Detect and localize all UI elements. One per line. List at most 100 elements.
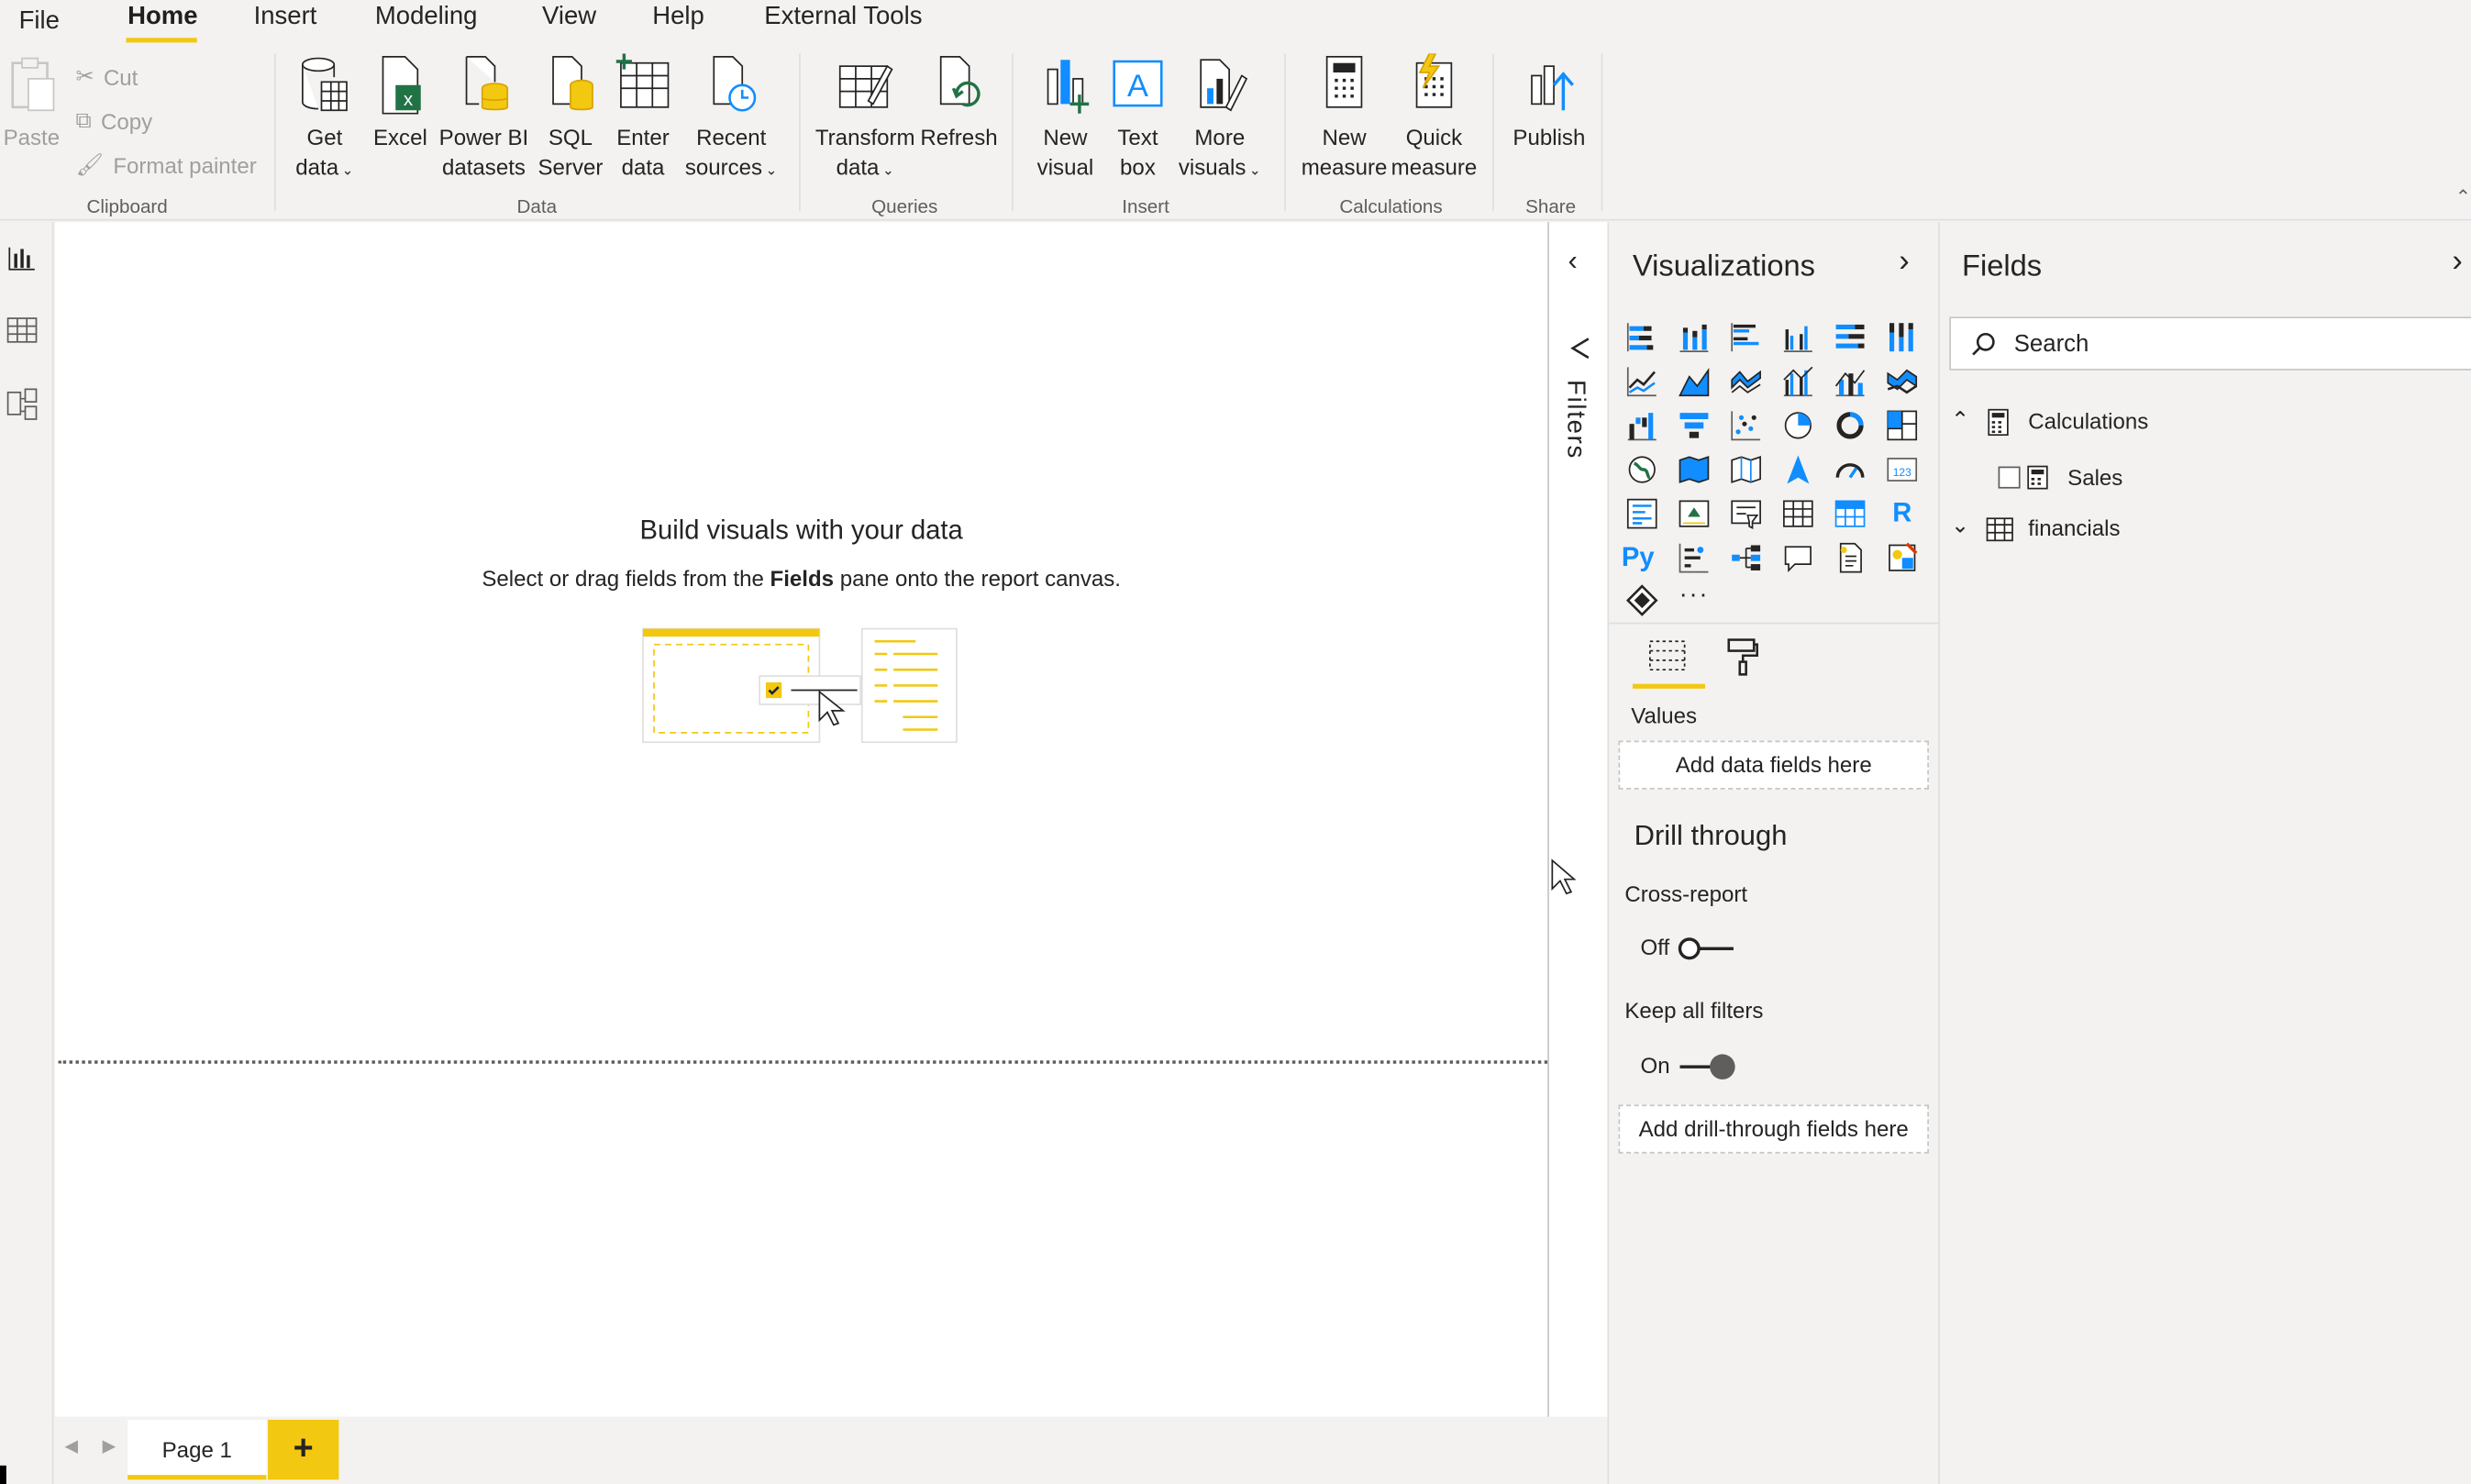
- text-box-button[interactable]: A Text box: [1106, 53, 1169, 183]
- more-visuals-button[interactable]: More visuals ⌄: [1176, 53, 1264, 185]
- more-options-icon[interactable]: ···: [1677, 581, 1712, 616]
- stacked-area-chart-icon[interactable]: [1729, 364, 1764, 399]
- line-clustered-column-icon[interactable]: [1780, 364, 1815, 399]
- filter-icon: [1570, 338, 1590, 360]
- clustered-bar-chart-icon[interactable]: [1729, 320, 1764, 355]
- filters-pane-collapsed[interactable]: ‹ Filters: [1547, 222, 1608, 1417]
- table-row-financials[interactable]: ⌄ financials: [1951, 512, 2455, 549]
- transform-data-button[interactable]: Transform data ⌄: [814, 53, 917, 185]
- chevron-left-icon[interactable]: ‹: [1568, 244, 1578, 277]
- 100-stacked-column-chart-icon[interactable]: [1885, 320, 1920, 355]
- pie-chart-icon[interactable]: [1780, 408, 1815, 443]
- tab-help[interactable]: Help: [652, 3, 704, 31]
- filled-map-icon[interactable]: [1677, 452, 1712, 487]
- scatter-chart-icon[interactable]: [1729, 408, 1764, 443]
- table-visual-icon[interactable]: [1780, 496, 1815, 531]
- slicer-icon[interactable]: [1729, 496, 1764, 531]
- toggle-knob: [1678, 937, 1701, 960]
- add-page-button[interactable]: +: [268, 1420, 339, 1480]
- chevron-up-icon[interactable]: ⌃: [1951, 406, 1969, 433]
- more-visuals-label-2: visuals: [1178, 154, 1247, 180]
- funnel-chart-icon[interactable]: [1677, 408, 1712, 443]
- get-data-button[interactable]: Get data ⌄: [290, 53, 360, 185]
- field-row-sales[interactable]: Sales: [1998, 461, 2455, 499]
- smart-narrative-icon[interactable]: [1833, 540, 1867, 575]
- chevron-down-icon[interactable]: ⌄: [1951, 512, 1969, 538]
- recent-sources-button[interactable]: Recent sources ⌄: [684, 53, 779, 185]
- key-influencers-icon[interactable]: [1677, 540, 1712, 575]
- new-visual-button[interactable]: New visual: [1031, 53, 1101, 183]
- line-chart-icon[interactable]: [1624, 364, 1659, 399]
- chevron-left-icon[interactable]: ◀: [64, 1435, 78, 1456]
- report-view-icon[interactable]: [5, 241, 39, 283]
- copy-button[interactable]: ⧉ Copy: [75, 107, 152, 134]
- keep-all-filters-toggle[interactable]: On: [1641, 1049, 1783, 1084]
- fields-tab-icon[interactable]: [1646, 638, 1688, 676]
- active-tab-indicator: [1632, 683, 1705, 689]
- matrix-icon[interactable]: [1833, 496, 1867, 531]
- publish-button[interactable]: Publish: [1507, 53, 1592, 152]
- power-apps-icon[interactable]: [1624, 583, 1659, 618]
- kpi-icon[interactable]: [1677, 496, 1712, 531]
- report-canvas[interactable]: Build visuals with your data Select or d…: [55, 222, 1548, 1417]
- svg-text:A: A: [1127, 69, 1148, 104]
- r-script-visual-icon[interactable]: R: [1885, 496, 1920, 531]
- sql-server-button[interactable]: SQL Server: [536, 53, 605, 183]
- stacked-bar-chart-icon[interactable]: [1624, 320, 1659, 355]
- field-name: Sales: [2067, 464, 2123, 491]
- enter-data-button[interactable]: Enter data: [612, 53, 675, 183]
- page-tab[interactable]: Page 1: [127, 1420, 267, 1480]
- paste-button[interactable]: Paste: [3, 53, 60, 152]
- queries-group-label: Queries: [871, 195, 938, 218]
- quick-measure-button[interactable]: Quick measure: [1390, 53, 1478, 183]
- donut-chart-icon[interactable]: [1833, 408, 1867, 443]
- paginated-report-icon[interactable]: [1885, 540, 1920, 575]
- multi-row-card-icon[interactable]: [1624, 496, 1659, 531]
- qa-icon[interactable]: [1780, 540, 1815, 575]
- format-paintroller-icon[interactable]: [1725, 637, 1760, 678]
- format-painter-button[interactable]: 🖌 Format painter: [75, 151, 256, 178]
- cross-report-toggle[interactable]: Off: [1641, 931, 1783, 966]
- ribbon-chart-icon[interactable]: [1885, 364, 1920, 399]
- new-measure-button[interactable]: New measure: [1299, 53, 1391, 183]
- shape-map-icon[interactable]: [1729, 452, 1764, 487]
- tab-modeling[interactable]: Modeling: [375, 3, 478, 31]
- clustered-column-chart-icon[interactable]: [1780, 320, 1815, 355]
- chevron-right-icon[interactable]: ›: [2452, 244, 2462, 281]
- decomposition-tree-icon[interactable]: [1729, 540, 1764, 575]
- tab-view[interactable]: View: [542, 3, 596, 31]
- chevron-right-icon[interactable]: ›: [1899, 244, 1909, 281]
- model-view-icon[interactable]: [5, 386, 39, 432]
- excel-button[interactable]: x Excel: [371, 53, 428, 152]
- tab-external-tools[interactable]: External Tools: [764, 3, 922, 31]
- collapse-ribbon-icon[interactable]: ⌃: [2455, 186, 2471, 208]
- card-icon[interactable]: 123: [1885, 452, 1920, 487]
- treemap-icon[interactable]: [1885, 408, 1920, 443]
- python-visual-icon[interactable]: Py: [1622, 540, 1663, 575]
- data-view-icon[interactable]: [5, 314, 39, 356]
- cut-button[interactable]: ✂ Cut: [75, 63, 138, 90]
- azure-map-icon[interactable]: [1780, 452, 1815, 487]
- gauge-icon[interactable]: [1833, 452, 1867, 487]
- line-stacked-column-icon[interactable]: [1833, 364, 1867, 399]
- 100-stacked-bar-chart-icon[interactable]: [1833, 320, 1867, 355]
- table-row-calculations[interactable]: ⌃ Calculations: [1951, 405, 2455, 443]
- map-icon[interactable]: [1624, 452, 1659, 487]
- waterfall-chart-icon[interactable]: [1624, 408, 1659, 443]
- menu-file[interactable]: File: [19, 8, 60, 37]
- field-checkbox[interactable]: [1998, 466, 2021, 489]
- new-measure-label: New: [1322, 124, 1367, 150]
- area-chart-icon[interactable]: [1677, 364, 1712, 399]
- tab-insert[interactable]: Insert: [254, 3, 317, 31]
- tab-home[interactable]: Home: [127, 3, 197, 31]
- calculator-icon: [1325, 55, 1363, 108]
- refresh-button[interactable]: Refresh: [920, 53, 998, 152]
- fields-search-input[interactable]: Search: [1949, 316, 2471, 371]
- chevron-right-icon[interactable]: ▶: [103, 1435, 116, 1456]
- ribbon-divider: [1012, 53, 1014, 212]
- values-drop-zone[interactable]: Add data fields here: [1618, 740, 1929, 790]
- drill-through-drop-zone[interactable]: Add drill-through fields here: [1618, 1104, 1929, 1154]
- powerbi-datasets-button[interactable]: Power BI datasets: [438, 53, 530, 183]
- stacked-column-chart-icon[interactable]: [1677, 320, 1712, 355]
- empty-canvas-subtitle: Select or drag fields from the Fields pa…: [55, 566, 1547, 591]
